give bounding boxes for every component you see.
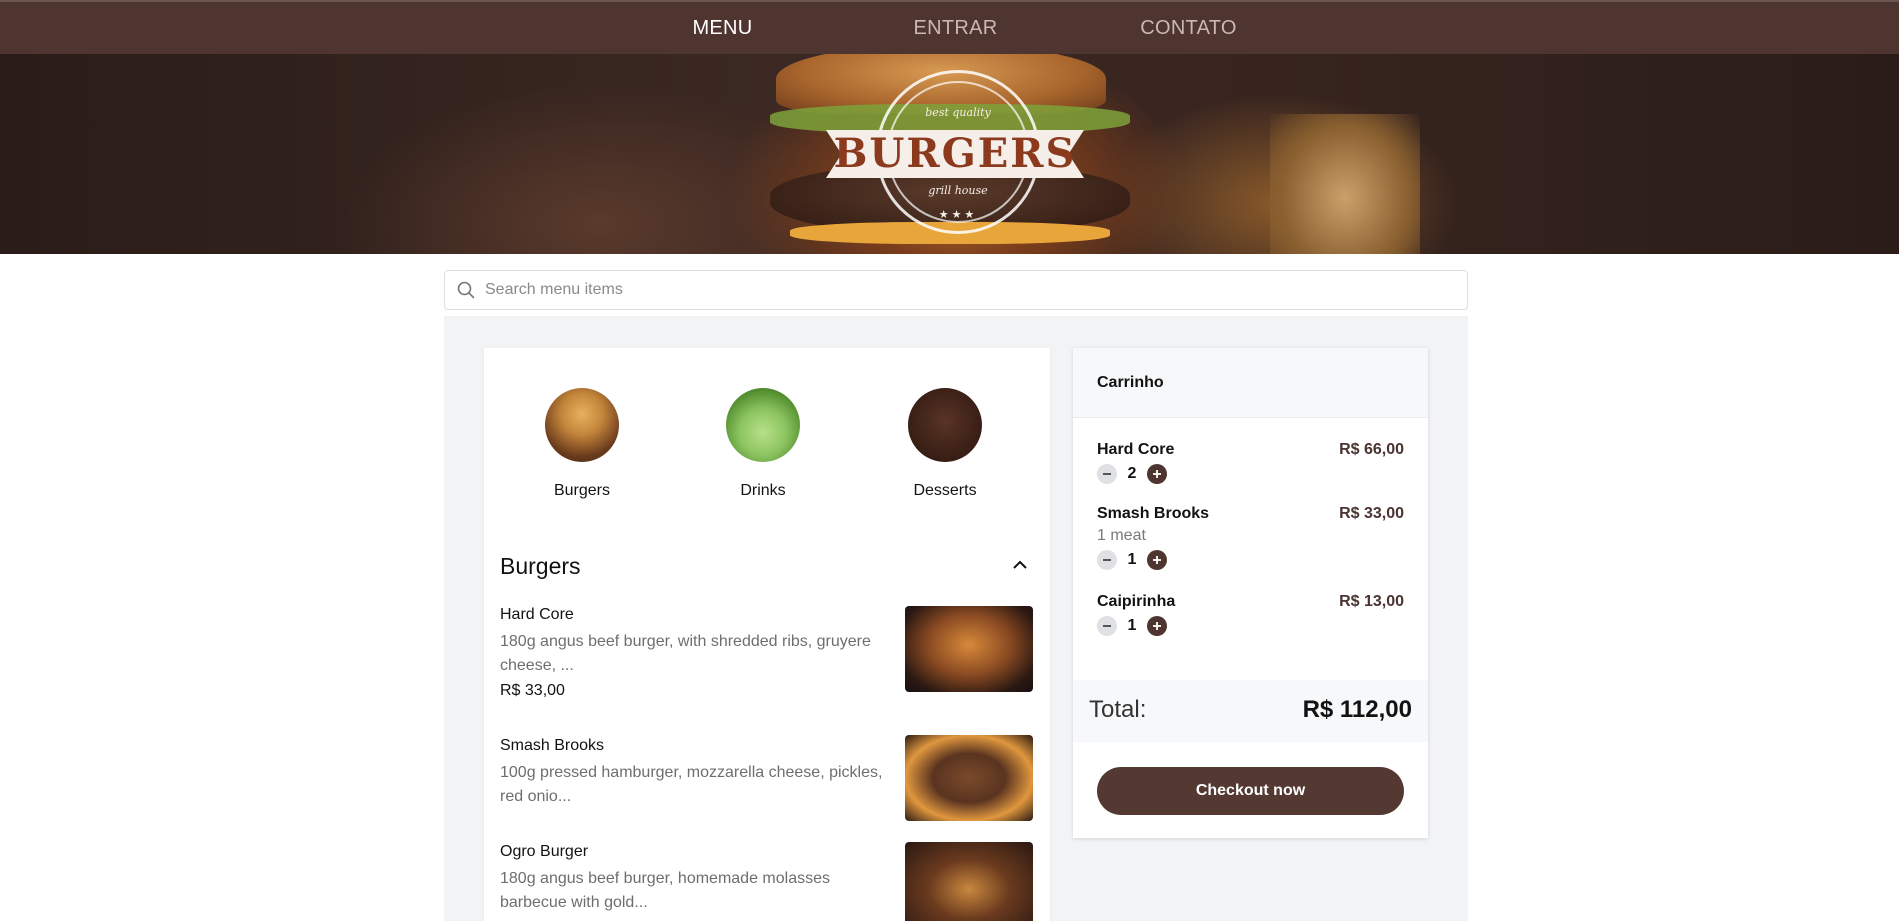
search-icon [457, 281, 475, 299]
burger-thumbnail-icon [545, 388, 619, 462]
quantity-value: 1 [1127, 551, 1137, 568]
tab-entrar[interactable]: ENTRAR [839, 2, 1072, 54]
category-drinks[interactable]: Drinks [703, 388, 823, 500]
menu-item-description: 180g angus beef burger, homemade molasse… [500, 870, 830, 911]
plus-button[interactable] [1147, 464, 1167, 484]
category-label: Desserts [913, 482, 977, 499]
menu-item-hard-core[interactable]: Hard Core 180g angus beef burger, with s… [500, 606, 1034, 700]
cart-item: Caipirinha R$ 13,00 1 [1097, 593, 1404, 637]
cart-item-price: R$ 66,00 [1339, 441, 1404, 458]
menu-item-smash-brooks[interactable]: Smash Brooks 100g pressed hamburger, moz… [500, 735, 1034, 821]
cart-panel: Carrinho Hard Core R$ 66,00 2 Smash Broo… [1073, 348, 1428, 838]
quantity-stepper: 1 [1097, 615, 1404, 637]
cart-item-price: R$ 13,00 [1339, 593, 1404, 610]
menu-item-ogro-burger[interactable]: Ogro Burger 180g angus beef burger, home… [500, 842, 1034, 921]
menu-item-image [905, 606, 1033, 692]
tab-contato[interactable]: CONTATO [1072, 2, 1305, 54]
cart-item: Smash Brooks R$ 33,00 1 meat 1 [1097, 505, 1404, 571]
cart-item: Hard Core R$ 66,00 2 [1097, 441, 1404, 485]
minus-icon [1103, 473, 1111, 475]
total-bar: Total: R$ 112,00 [1073, 680, 1428, 742]
menu-item-image [905, 735, 1033, 821]
category-label: Drinks [740, 482, 786, 499]
menu-item-image [905, 842, 1033, 921]
dessert-thumbnail-icon [908, 388, 982, 462]
menu-card: Burgers Drinks Desserts Burgers Hard Cor… [484, 348, 1050, 921]
menu-item-description: 100g pressed hamburger, mozzarella chees… [500, 764, 883, 805]
plus-icon [1153, 556, 1161, 564]
search-bar [444, 270, 1468, 310]
tab-menu[interactable]: MENU [606, 2, 839, 56]
plus-icon [1153, 622, 1161, 630]
total-label: Total: [1089, 696, 1147, 723]
section-title: Burgers [500, 553, 581, 579]
cart-title: Carrinho [1073, 348, 1428, 418]
logo-stars: ★★★ [938, 209, 978, 221]
quantity-stepper: 1 [1097, 549, 1404, 571]
category-desserts[interactable]: Desserts [885, 388, 1005, 500]
minus-button[interactable] [1097, 550, 1117, 570]
nav-tabs: MENU ENTRAR CONTATO [606, 2, 1305, 56]
fries-image [1270, 114, 1420, 254]
quantity-stepper: 2 [1097, 463, 1404, 485]
category-burgers[interactable]: Burgers [522, 388, 642, 500]
logo-tagline-bottom: grill house [928, 184, 988, 197]
minus-button[interactable] [1097, 464, 1117, 484]
logo-text: BURGERS [833, 129, 1077, 177]
search-input[interactable] [485, 281, 1445, 299]
plus-icon [1153, 470, 1161, 478]
plus-button[interactable] [1147, 550, 1167, 570]
drink-thumbnail-icon [726, 388, 800, 462]
total-value: R$ 112,00 [1302, 696, 1412, 723]
quantity-value: 1 [1127, 617, 1137, 634]
logo-tagline-top: best quality [925, 106, 991, 119]
menu-item-description: 180g angus beef burger, with shredded ri… [500, 633, 871, 674]
minus-button[interactable] [1097, 616, 1117, 636]
collapse-chevron-icon[interactable] [1012, 558, 1028, 576]
cart-item-option: 1 meat [1097, 527, 1146, 544]
minus-icon [1103, 625, 1111, 627]
cart-item-price: R$ 33,00 [1339, 505, 1404, 522]
category-label: Burgers [553, 482, 611, 499]
plus-button[interactable] [1147, 616, 1167, 636]
top-navbar: MENU ENTRAR CONTATO [0, 0, 1899, 56]
checkout-button[interactable]: Checkout now [1097, 767, 1404, 815]
minus-icon [1103, 559, 1111, 561]
quantity-value: 2 [1127, 465, 1137, 482]
